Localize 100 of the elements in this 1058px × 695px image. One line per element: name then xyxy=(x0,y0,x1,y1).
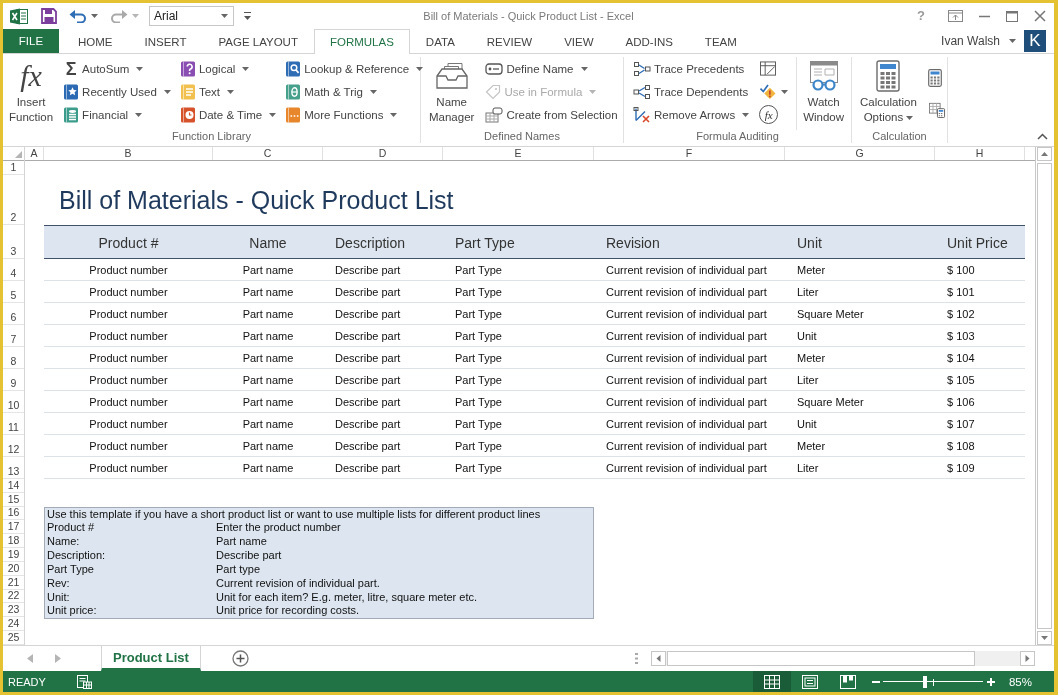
ribbon-tab[interactable]: PAGE LAYOUT xyxy=(202,29,314,53)
scroll-thumb[interactable] xyxy=(667,651,975,666)
row-number[interactable]: 13 xyxy=(3,457,24,479)
font-name-field[interactable]: Arial xyxy=(149,6,234,26)
ribbon-tab[interactable]: TEAM xyxy=(688,29,753,53)
ribbon-button[interactable]: Create from Selection xyxy=(483,103,620,126)
ribbon-button[interactable]: Watch Window xyxy=(800,57,848,130)
minimize-icon[interactable] xyxy=(979,14,990,18)
row-number[interactable]: 22 xyxy=(3,589,24,604)
row-number[interactable]: 12 xyxy=(3,435,24,457)
row-number[interactable]: 24 xyxy=(3,617,24,632)
close-icon[interactable] xyxy=(1034,10,1046,22)
maximize-icon[interactable] xyxy=(1006,10,1018,22)
ribbon-display-options-icon[interactable] xyxy=(948,10,963,22)
ribbon-button[interactable]: Math & Trig xyxy=(283,80,426,103)
ribbon-button[interactable]: Text xyxy=(177,80,279,103)
account-button[interactable]: Ivan Walsh xyxy=(941,34,1016,48)
column-header[interactable]: C xyxy=(213,147,323,160)
save-icon[interactable] xyxy=(41,8,57,24)
customize-menu-icon[interactable] xyxy=(243,11,252,21)
zoom-percent-button[interactable]: 85% xyxy=(1008,675,1032,688)
row-number[interactable]: 15 xyxy=(3,492,24,507)
ribbon-button[interactable]: Trace Dependents xyxy=(631,80,752,103)
scroll-left-button[interactable] xyxy=(651,651,666,666)
row-number[interactable]: 8 xyxy=(3,347,24,369)
column-header[interactable]: B xyxy=(44,147,213,160)
row-number[interactable]: 18 xyxy=(3,534,24,549)
ribbon-button[interactable]: Lookup & Reference xyxy=(283,57,426,80)
row-number[interactable]: 10 xyxy=(3,391,24,413)
table-cell-text: Part name xyxy=(241,351,295,364)
ribbon-button[interactable]: Name Manager xyxy=(426,57,478,130)
row-number[interactable]: 4 xyxy=(3,259,24,281)
ribbon-button[interactable]: Calculation Options xyxy=(857,57,920,130)
ribbon-tab[interactable]: VIEW xyxy=(548,29,610,53)
ribbon-tab[interactable]: ADD-INS xyxy=(609,29,689,53)
vertical-scrollbar[interactable] xyxy=(1035,147,1054,645)
splitter-handle-icon[interactable] xyxy=(635,653,638,664)
ribbon-button[interactable]: fx Insert Function xyxy=(6,57,57,130)
zoom-in-icon[interactable] xyxy=(986,677,995,686)
row-number[interactable]: 11 xyxy=(3,413,24,435)
scroll-up-button[interactable] xyxy=(1037,147,1052,161)
zoom-slider-thumb[interactable] xyxy=(922,675,927,688)
ribbon-tab[interactable]: FILE xyxy=(3,29,59,53)
row-number[interactable]: 23 xyxy=(3,603,24,618)
table-cell-text: Part Type xyxy=(454,307,503,320)
new-sheet-icon[interactable] xyxy=(231,650,249,667)
row-number[interactable]: 7 xyxy=(3,325,24,347)
row-number[interactable]: 20 xyxy=(3,561,24,576)
row-number[interactable]: 9 xyxy=(3,369,24,391)
column-header[interactable]: D xyxy=(323,147,443,160)
row-number[interactable]: 3 xyxy=(3,225,24,259)
sheet-tab[interactable]: Product List xyxy=(101,646,201,671)
ribbon-tab[interactable]: DATA xyxy=(409,29,471,53)
ribbon-button[interactable]: Remove Arrows xyxy=(631,103,752,126)
scroll-right-button[interactable] xyxy=(1020,651,1035,666)
ribbon-tab[interactable]: REVIEW xyxy=(470,29,549,53)
row-number[interactable]: 6 xyxy=(3,303,24,325)
ribbon-button[interactable]: Financial xyxy=(61,103,173,126)
column-header[interactable]: F xyxy=(594,147,785,160)
sigma-icon: Σ xyxy=(63,59,80,78)
table-cell-text: Describe part xyxy=(334,373,402,386)
row-number[interactable]: 2 xyxy=(3,175,24,225)
row-number[interactable]: 25 xyxy=(3,631,24,645)
row-number[interactable]: 5 xyxy=(3,281,24,303)
undo-icon[interactable] xyxy=(69,9,87,23)
row-number[interactable]: 21 xyxy=(3,575,24,590)
table-cell-text: Unit xyxy=(796,417,818,430)
normal-view-button[interactable] xyxy=(752,671,791,692)
zoom-slider[interactable] xyxy=(882,675,983,688)
table-cell-text: Liter xyxy=(796,461,820,474)
column-header[interactable]: H xyxy=(935,147,1025,160)
ribbon-tab[interactable]: HOME xyxy=(62,29,129,53)
row-number[interactable]: 17 xyxy=(3,520,24,535)
table-cell-text: $ 101 xyxy=(946,285,976,298)
horizontal-scrollbar[interactable] xyxy=(651,651,1035,666)
ribbon-button[interactable]: More Functions xyxy=(283,103,426,126)
group-label: Formula Auditing xyxy=(695,130,780,143)
ribbon-tab[interactable]: FORMULAS xyxy=(313,29,410,54)
table-cell-text: Current revision of individual part xyxy=(605,461,768,474)
row-number[interactable]: 19 xyxy=(3,548,24,562)
column-header[interactable]: G xyxy=(785,147,935,160)
column-header[interactable]: A xyxy=(25,147,44,160)
row-number[interactable]: 14 xyxy=(3,479,24,493)
avatar-tile: K xyxy=(1024,29,1046,52)
ribbon-button[interactable]: Trace Precedents xyxy=(631,57,752,80)
row-number[interactable]: 1 xyxy=(3,161,24,175)
ribbon-button[interactable]: Σ AutoSum xyxy=(61,57,173,80)
table-cell-text: Meter xyxy=(796,439,827,452)
ribbon-button[interactable]: Logical xyxy=(177,57,279,80)
scroll-down-button[interactable] xyxy=(1037,631,1052,645)
column-header[interactable]: E xyxy=(443,147,594,160)
ribbon-tab[interactable]: INSERT xyxy=(128,29,203,53)
ribbon-button[interactable]: Recently Used xyxy=(61,80,173,103)
ribbon-button[interactable]: Date & Time xyxy=(177,103,279,126)
row-number[interactable]: 16 xyxy=(3,506,24,521)
ribbon-icon-button[interactable]: fx xyxy=(757,103,791,126)
collapse-ribbon-icon[interactable] xyxy=(1037,133,1048,140)
scroll-thumb[interactable] xyxy=(1037,163,1052,629)
ribbon-button[interactable]: Define Name xyxy=(483,57,620,80)
worksheet-icon[interactable] xyxy=(76,674,92,689)
